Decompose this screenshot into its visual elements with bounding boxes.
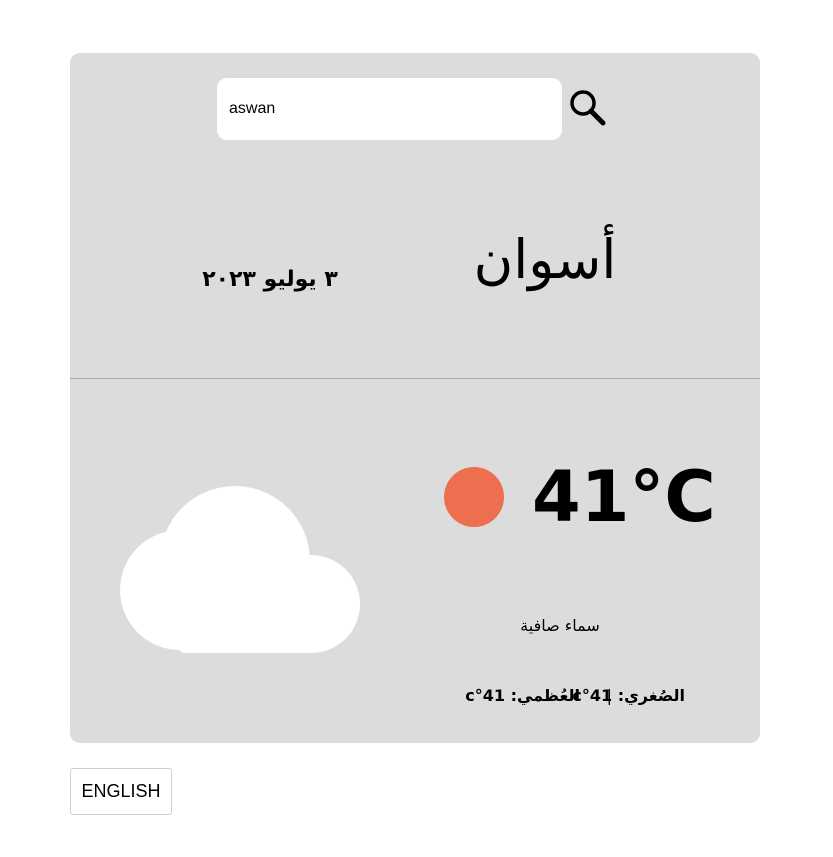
search-icon	[570, 90, 606, 126]
language-toggle-button[interactable]: ENGLISH	[70, 768, 172, 815]
divider	[70, 378, 760, 379]
min-temperature: الصُغري: 41°c	[572, 686, 685, 705]
search-input[interactable]	[217, 78, 562, 140]
weather-card: أسوان ٣ يوليو ٢٠٢٣ 41°C سماء صافية الصُغ…	[70, 53, 760, 743]
temperature-indicator-dot	[444, 467, 504, 527]
separator: |	[606, 686, 612, 705]
city-name: أسوان	[473, 228, 617, 291]
temperature-value: 41°C	[532, 456, 716, 538]
max-temperature: العُظمي: 41°c	[465, 686, 580, 705]
search-button[interactable]	[566, 86, 610, 130]
cloud-icon	[120, 486, 360, 653]
weather-description: سماء صافية	[520, 616, 600, 635]
min-max-temperatures: الصُغري: 41°c | العُظمي: 41°c	[420, 686, 700, 710]
date-label: ٣ يوليو ٢٠٢٣	[202, 267, 338, 292]
